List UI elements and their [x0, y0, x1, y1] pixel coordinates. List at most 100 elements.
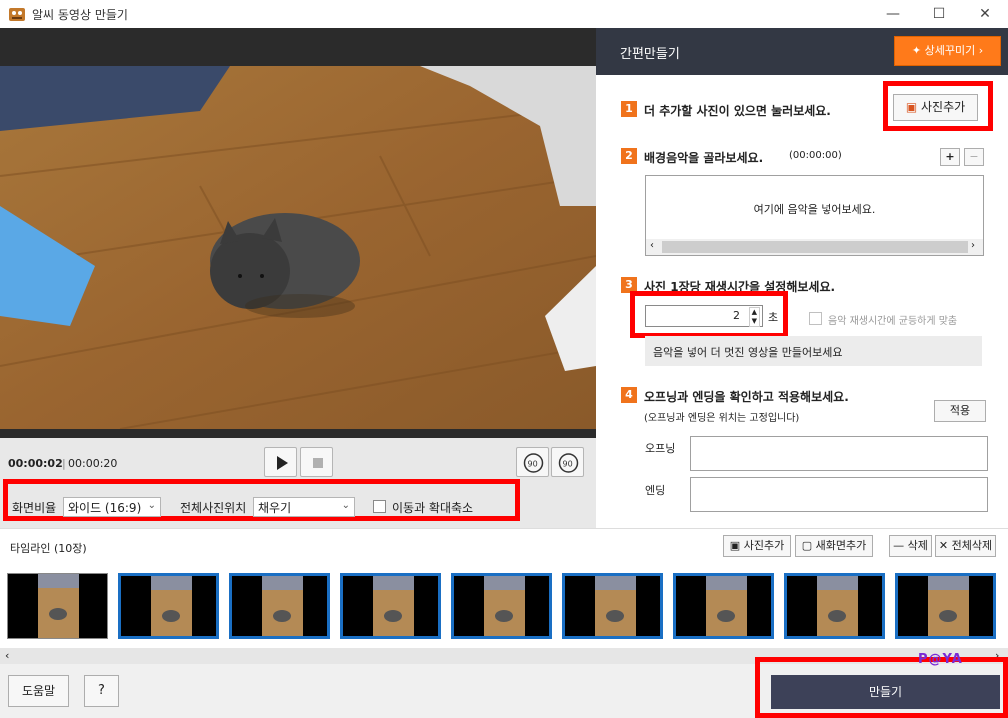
thumbnail-image	[151, 576, 192, 636]
step-1-text: 더 추가할 사진이 있으면 눌러보세요.	[644, 104, 831, 118]
video-preview	[0, 28, 596, 438]
music-placeholder: 여기에 음악을 넣어보세요.	[753, 203, 876, 216]
spinner-arrows-icon[interactable]: ▲ ▼	[748, 307, 760, 327]
add-photo-button[interactable]: ▣ 사진추가	[893, 94, 978, 121]
timeline-thumbnail[interactable]	[7, 573, 108, 639]
step-4-number: 4	[621, 387, 637, 403]
step-4-subtext: (오프닝과 엔딩은 위치는 고정입니다)	[644, 413, 800, 424]
timeline-thumbnail[interactable]	[895, 573, 996, 639]
music-list[interactable]: 여기에 음악을 넣어보세요. ‹ ›	[645, 175, 984, 256]
detail-label: 상세꾸미기	[924, 44, 976, 57]
add-photo-label: 사진추가	[921, 100, 966, 114]
new-screen-button[interactable]: ▢ 새화면추가	[795, 535, 873, 557]
timeline-add-photo-button[interactable]: ▣ 사진추가	[723, 535, 791, 557]
stop-button[interactable]	[300, 447, 333, 477]
timeline-thumbnail[interactable]	[118, 573, 219, 639]
aspect-value: 와이드 (16:9)	[68, 501, 142, 515]
detail-decorate-button[interactable]: ✦ 상세꾸미기 ›	[894, 36, 1001, 66]
step-2-text: 배경음악을 골라보세요.	[644, 151, 764, 165]
minimize-button[interactable]: —	[870, 0, 916, 28]
fit-music-checkbox[interactable]	[809, 312, 822, 325]
motion-label: 이동과 확대축소	[392, 501, 474, 515]
panel-header: 간편만들기 ✦ 상세꾸미기 ›	[596, 28, 1008, 75]
quick-make-panel: 간편만들기 ✦ 상세꾸미기 › 1 더 추가할 사진이 있으면 눌러보세요. ▣…	[596, 28, 1008, 528]
remove-music-button[interactable]: −	[964, 148, 984, 166]
aspect-select[interactable]: 와이드 (16:9) ⌄	[63, 497, 161, 517]
hint-text: 음악을 넣어 더 멋진 영상을 만들어보세요	[653, 346, 843, 359]
add-music-button[interactable]: +	[940, 148, 960, 166]
timeline-thumbnail[interactable]	[451, 573, 552, 639]
delete-all-button[interactable]: ✕ 전체삭제	[935, 535, 996, 557]
time-separator: |	[62, 457, 66, 470]
timeline-thumbnail[interactable]	[229, 573, 330, 639]
help-button[interactable]: 도움말	[8, 675, 69, 707]
fit-music-label: 음악 재생시간에 균등하게 맞춤	[828, 316, 958, 327]
app-icon	[8, 5, 26, 23]
chevron-down-icon: ⌄	[147, 500, 156, 511]
ending-slot[interactable]	[690, 477, 988, 512]
position-value: 채우기	[258, 501, 292, 515]
watermark-text: P@YA	[918, 652, 963, 667]
position-select[interactable]: 채우기 ⌄	[253, 497, 355, 517]
thumbnail-image	[484, 576, 525, 636]
music-scrollbar[interactable]: ‹ ›	[646, 239, 983, 255]
thumbnail-image	[262, 576, 303, 636]
apply-button[interactable]: 적용	[934, 400, 986, 422]
minus-icon: —	[893, 539, 905, 552]
scroll-thumb[interactable]	[662, 241, 968, 253]
question-button[interactable]: ?	[84, 675, 119, 707]
timeline-add-photo-label: 사진추가	[743, 539, 785, 552]
aspect-label: 화면비율	[12, 501, 57, 515]
chevron-right-icon: ›	[975, 44, 984, 57]
timeline-thumbnail[interactable]	[673, 573, 774, 639]
scroll-right-icon: ›	[971, 240, 975, 251]
thumbnail-image	[928, 576, 969, 636]
rotate-left-button[interactable]: 90	[516, 447, 549, 477]
play-button[interactable]	[264, 447, 297, 477]
stop-icon	[313, 458, 323, 468]
rotate-left-icon: 90	[523, 453, 544, 473]
video-frame	[0, 66, 596, 429]
options-bar: 화면비율 와이드 (16:9) ⌄ 전체사진위치 채우기 ⌄ 이동과 확대축소	[0, 479, 596, 528]
new-screen-label: 새화면추가	[815, 539, 867, 552]
motion-checkbox[interactable]	[373, 500, 386, 513]
rotate-right-button[interactable]: 90	[551, 447, 584, 477]
new-screen-icon: ▢	[801, 539, 813, 552]
scroll-left-icon: ‹	[650, 240, 654, 251]
step-2-number: 2	[621, 148, 637, 164]
music-duration: (00:00:00)	[789, 150, 842, 161]
timeline-thumbnail[interactable]	[784, 573, 885, 639]
timeline-header: 타임라인 (10장) ▣ 사진추가 ▢ 새화면추가 — 삭제 ✕ 전체삭제	[0, 528, 1008, 564]
seconds-unit: 초	[768, 311, 779, 324]
maximize-button[interactable]: ☐	[916, 0, 962, 28]
add-photo-icon: ▣	[729, 539, 741, 552]
timeline-thumbnail[interactable]	[340, 573, 441, 639]
opening-slot[interactable]	[690, 436, 988, 471]
seconds-spinner[interactable]: 2 ▲ ▼	[645, 305, 763, 327]
hint-box: 음악을 넣어 더 멋진 영상을 만들어보세요	[645, 336, 982, 366]
chevron-down-icon: ⌄	[341, 500, 350, 511]
magic-wand-icon: ✦	[911, 44, 925, 57]
thumbnail-image	[595, 576, 636, 636]
rotate-right-icon: 90	[558, 453, 579, 473]
timeline-thumbnail[interactable]	[562, 573, 663, 639]
thumbnail-image	[373, 576, 414, 636]
x-icon: ✕	[938, 539, 949, 552]
step-4-text: 오프닝과 엔딩을 확인하고 적용해보세요.	[644, 390, 849, 404]
delete-button[interactable]: — 삭제	[889, 535, 932, 557]
make-button[interactable]: 만들기	[771, 675, 1000, 709]
thumbnail-image	[38, 574, 79, 638]
thumbnail-image	[706, 576, 747, 636]
delete-all-label: 전체삭제	[951, 539, 993, 552]
timeline-title: 타임라인 (10장)	[10, 542, 87, 555]
delete-label: 삭제	[907, 539, 928, 552]
position-label: 전체사진위치	[180, 501, 247, 515]
close-button[interactable]: ✕	[962, 0, 1008, 28]
panel-title: 간편만들기	[620, 47, 680, 62]
play-icon	[277, 456, 288, 470]
svg-text:90: 90	[528, 460, 538, 469]
current-time: 00:00:02	[8, 457, 63, 470]
thumbnail-image	[817, 576, 858, 636]
total-time: 00:00:20	[68, 457, 118, 470]
opening-label: 오프닝	[645, 442, 676, 455]
